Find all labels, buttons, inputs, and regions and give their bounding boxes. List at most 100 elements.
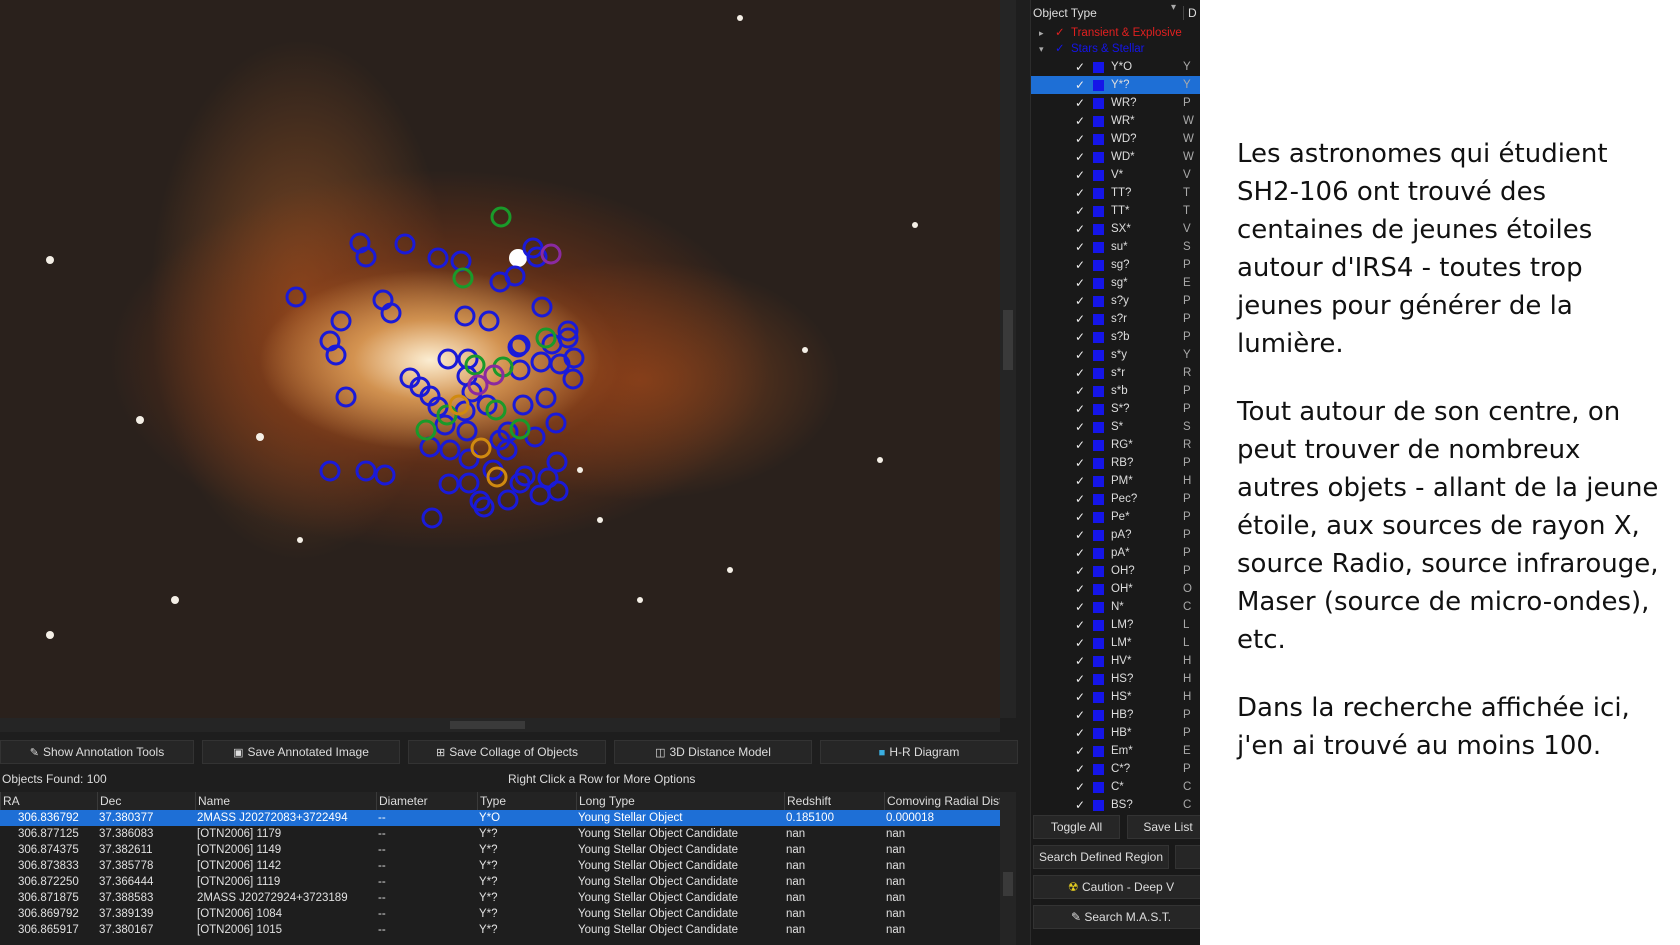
check-icon[interactable]: ✓ bbox=[1075, 508, 1085, 526]
check-icon[interactable]: ✓ bbox=[1075, 742, 1085, 760]
object-type-item[interactable]: ✓ HV* H bbox=[1031, 652, 1200, 670]
object-type-item[interactable]: ✓ WD? W bbox=[1031, 130, 1200, 148]
check-icon[interactable]: ✓ bbox=[1075, 634, 1085, 652]
object-type-item[interactable]: ✓ Pec? P bbox=[1031, 490, 1200, 508]
check-icon[interactable]: ✓ bbox=[1075, 346, 1085, 364]
object-type-item[interactable]: ✓ N* C bbox=[1031, 598, 1200, 616]
object-type-item[interactable]: ✓ LM? L bbox=[1031, 616, 1200, 634]
table-row[interactable]: 306.873833 37.385778 [OTN2006] 1142 -- Y*? Yo… bbox=[0, 858, 1000, 874]
object-marker-blue[interactable] bbox=[458, 472, 480, 494]
object-type-item[interactable]: ✓ SX* V bbox=[1031, 220, 1200, 238]
save-annotated-image-button[interactable]: ▣ Save Annotated Image bbox=[202, 740, 400, 764]
table-row[interactable]: 306.872250 37.366444 [OTN2006] 1119 -- Y*? Yo… bbox=[0, 874, 1000, 890]
check-icon[interactable]: ✓ bbox=[1075, 364, 1085, 382]
check-icon[interactable]: ✓ bbox=[1075, 706, 1085, 724]
object-type-item[interactable]: ✓ Y*? Y bbox=[1031, 76, 1200, 94]
check-icon[interactable]: ✓ bbox=[1075, 454, 1085, 472]
object-marker-blue[interactable] bbox=[374, 464, 396, 486]
object-type-item[interactable]: ✓ RB? P bbox=[1031, 454, 1200, 472]
check-icon[interactable]: ✓ bbox=[1075, 94, 1085, 112]
table-row[interactable]: 306.871875 37.388583 2MASS J20272924+37231… bbox=[0, 890, 1000, 906]
extra-option-button[interactable] bbox=[1175, 845, 1200, 869]
object-type-item[interactable]: ✓ TT* T bbox=[1031, 202, 1200, 220]
check-icon[interactable]: ✓ bbox=[1075, 688, 1085, 706]
object-type-item[interactable]: ✓ C*? P bbox=[1031, 760, 1200, 778]
object-marker-blue[interactable] bbox=[547, 480, 569, 502]
hr-diagram-button[interactable]: ■ H-R Diagram bbox=[820, 740, 1018, 764]
object-marker-green[interactable] bbox=[490, 206, 512, 228]
sky-image-view[interactable] bbox=[0, 0, 1000, 718]
object-marker-blue[interactable] bbox=[454, 305, 476, 327]
table-scrollbar[interactable] bbox=[1000, 792, 1016, 945]
show-annotation-tools-button[interactable]: ✎ Show Annotation Tools bbox=[0, 740, 194, 764]
object-type-item[interactable]: ✓ s*y Y bbox=[1031, 346, 1200, 364]
image-horizontal-scrollbar[interactable] bbox=[0, 718, 1000, 732]
object-type-item[interactable]: ✓ Em* E bbox=[1031, 742, 1200, 760]
object-marker-blue[interactable] bbox=[355, 460, 377, 482]
check-icon[interactable]: ✓ bbox=[1075, 562, 1085, 580]
check-icon[interactable]: ✓ bbox=[1075, 274, 1085, 292]
object-type-item[interactable]: ✓ HB? P bbox=[1031, 706, 1200, 724]
object-type-item[interactable]: ✓ su* S bbox=[1031, 238, 1200, 256]
object-type-item[interactable]: ✓ RG* R bbox=[1031, 436, 1200, 454]
object-type-item[interactable]: ✓ BS? C bbox=[1031, 796, 1200, 814]
object-type-item[interactable]: ✓ Y*O Y bbox=[1031, 58, 1200, 76]
column-header[interactable]: Dec bbox=[97, 792, 196, 810]
object-type-item[interactable]: ✓ s?y P bbox=[1031, 292, 1200, 310]
object-type-item[interactable]: ✓ s?b P bbox=[1031, 328, 1200, 346]
object-marker-blue[interactable] bbox=[450, 250, 472, 272]
save-list-button[interactable]: Save List bbox=[1127, 815, 1200, 839]
check-icon[interactable]: ✓ bbox=[1075, 148, 1085, 166]
check-icon[interactable]: ✓ bbox=[1075, 652, 1085, 670]
object-type-item[interactable]: ✓ S*? P bbox=[1031, 400, 1200, 418]
object-type-item[interactable]: ✓ C* C bbox=[1031, 778, 1200, 796]
check-icon[interactable]: ✓ bbox=[1075, 328, 1085, 346]
object-type-item[interactable]: ✓ PM* H bbox=[1031, 472, 1200, 490]
object-type-item[interactable]: ✓ OH* O bbox=[1031, 580, 1200, 598]
object-marker-blue[interactable] bbox=[419, 436, 441, 458]
check-icon[interactable]: ✓ bbox=[1075, 112, 1085, 130]
check-icon[interactable]: ✓ bbox=[1075, 580, 1085, 598]
check-icon[interactable]: ✓ bbox=[1075, 202, 1085, 220]
check-icon[interactable]: ✓ bbox=[1075, 256, 1085, 274]
object-marker-blue[interactable] bbox=[478, 310, 500, 332]
check-icon[interactable]: ✓ bbox=[1075, 670, 1085, 688]
object-type-item[interactable]: ✓ Pe* P bbox=[1031, 508, 1200, 526]
object-type-header[interactable]: Object Type ▾ D bbox=[1031, 2, 1200, 24]
tree-group-stars[interactable]: ▾ ✓ Stars & Stellar bbox=[1031, 40, 1200, 58]
object-marker-orange[interactable] bbox=[470, 437, 492, 459]
object-marker-blue[interactable] bbox=[509, 359, 531, 381]
save-collage-button[interactable]: ⊞ Save Collage of Objects bbox=[408, 740, 606, 764]
object-marker-blue[interactable] bbox=[473, 496, 495, 518]
object-marker-green[interactable] bbox=[509, 418, 531, 440]
check-icon[interactable]: ✓ bbox=[1075, 184, 1085, 202]
object-marker-blue[interactable] bbox=[458, 448, 480, 470]
object-marker-blue[interactable] bbox=[335, 386, 357, 408]
column-header[interactable]: Redshift bbox=[784, 792, 885, 810]
object-type-item[interactable]: ✓ LM* L bbox=[1031, 634, 1200, 652]
object-marker-blue[interactable] bbox=[530, 351, 552, 373]
table-row[interactable]: 306.874375 37.382611 [OTN2006] 1149 -- Y*? Yo… bbox=[0, 842, 1000, 858]
check-icon[interactable]: ✓ bbox=[1075, 310, 1085, 328]
object-type-item[interactable]: ✓ HS? H bbox=[1031, 670, 1200, 688]
check-icon[interactable]: ✓ bbox=[1075, 58, 1085, 76]
check-icon[interactable]: ✓ bbox=[1075, 292, 1085, 310]
object-type-item[interactable]: ✓ S* S bbox=[1031, 418, 1200, 436]
object-marker-blue[interactable] bbox=[512, 394, 534, 416]
check-icon[interactable]: ✓ bbox=[1075, 778, 1085, 796]
object-marker-blue[interactable] bbox=[545, 412, 567, 434]
check-icon[interactable]: ✓ bbox=[1075, 598, 1085, 616]
check-icon[interactable]: ✓ bbox=[1075, 796, 1085, 814]
object-type-item[interactable]: ✓ HB* P bbox=[1031, 724, 1200, 742]
table-row[interactable]: 306.865917 37.380167 [OTN2006] 1015 -- Y*? Yo… bbox=[0, 922, 1000, 938]
table-row[interactable]: 306.869792 37.389139 [OTN2006] 1084 -- Y*? Yo… bbox=[0, 906, 1000, 922]
object-marker-blue[interactable] bbox=[529, 484, 551, 506]
object-marker-blue[interactable] bbox=[439, 439, 461, 461]
object-type-item[interactable]: ✓ TT? T bbox=[1031, 184, 1200, 202]
check-icon[interactable]: ✓ bbox=[1075, 526, 1085, 544]
check-icon[interactable]: ✓ bbox=[1075, 490, 1085, 508]
object-marker-blue[interactable] bbox=[456, 420, 478, 442]
check-icon[interactable]: ✓ bbox=[1075, 418, 1085, 436]
object-marker-blue[interactable] bbox=[535, 387, 557, 409]
check-icon[interactable]: ✓ bbox=[1075, 760, 1085, 778]
